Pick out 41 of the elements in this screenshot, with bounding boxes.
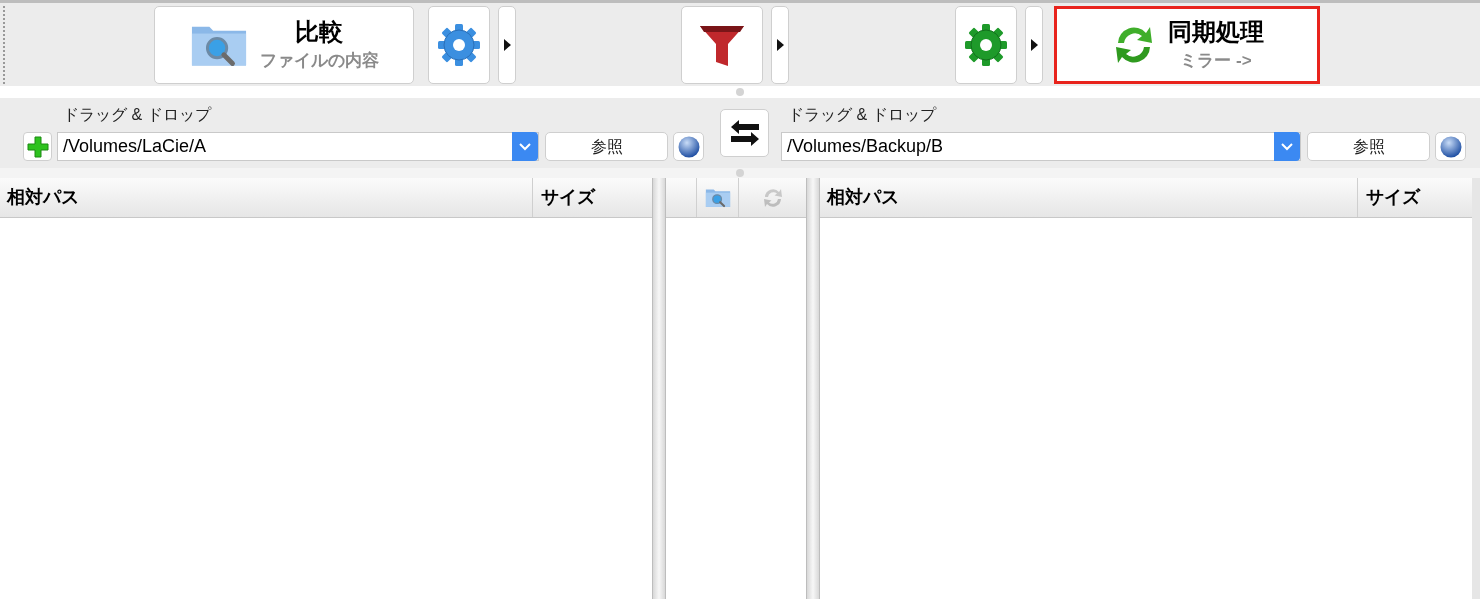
column-header[interactable]: サイズ [533,178,652,217]
browse-button[interactable]: 参照 [545,132,668,161]
compare-view-button[interactable] [696,178,739,217]
globe-icon [1439,135,1462,158]
path-combo-box[interactable]: /Volumes/LaCie/A [57,132,539,161]
drop-hint: ドラッグ & ドロップ [788,105,938,125]
settings-button[interactable] [428,5,490,84]
button-title: 同期処理 [1168,16,1264,47]
column-header[interactable]: 相対パス [0,178,533,217]
settings-button[interactable] [955,5,1017,84]
swap-button[interactable] [720,109,769,157]
folder-search-icon [704,187,731,208]
drop-hint: ドラッグ & ドロップ [63,105,213,125]
triangle-icon [503,38,511,51]
button-subtitle: ミラー -> [1180,49,1252,72]
path-text: /Volumes/LaCie/A [62,135,208,158]
sync-button[interactable]: 同期処理 ミラー -> [1054,5,1320,84]
browse-button[interactable]: 参照 [1307,132,1430,161]
settings-icon [964,22,1008,67]
compare-button[interactable]: 比較 ファイルの内容 [154,5,414,84]
triangle-icon [1030,38,1038,51]
dropdown-button[interactable] [1025,5,1043,84]
splitter-handle[interactable] [736,88,744,96]
column-header[interactable]: 相対パス [820,178,1358,217]
dropdown-button[interactable] [498,5,516,84]
plus-icon [26,135,49,158]
splitter-handle[interactable] [736,169,744,177]
path-combo-box[interactable]: /Volumes/Backup/B [781,132,1301,161]
swap-arrows-icon [728,118,761,148]
triangle-icon [776,38,784,51]
button-title: 比較 [295,16,343,47]
globe-button[interactable] [673,132,704,161]
path-text: /Volumes/Backup/B [786,135,945,158]
dropdown-button[interactable] [771,5,789,84]
settings-icon [437,22,481,67]
globe-button[interactable] [1435,132,1466,161]
button-subtitle: ファイルの内容 [259,49,379,72]
column-header[interactable]: サイズ [1358,178,1472,217]
filter-button[interactable] [681,5,763,84]
add-button[interactable] [23,132,52,161]
globe-icon [677,135,700,158]
